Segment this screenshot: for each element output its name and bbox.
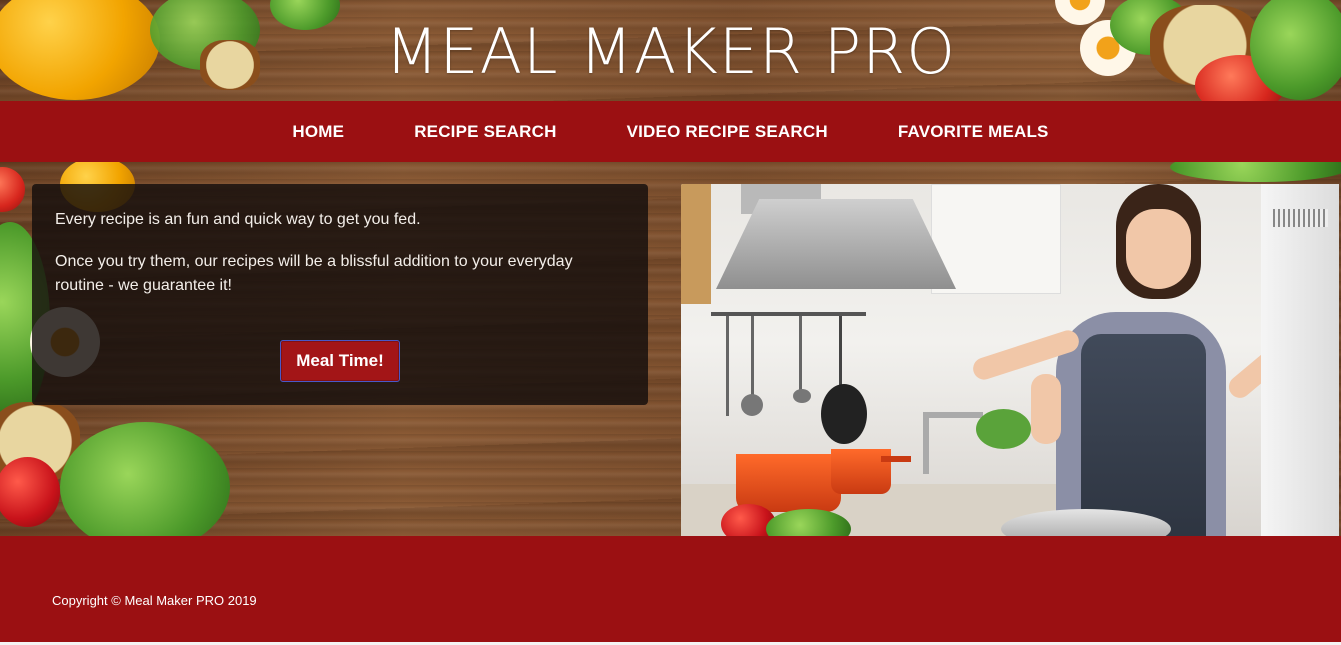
intro-card: Every recipe is an fun and quick way to … (32, 184, 648, 405)
lettuce-image (1170, 162, 1341, 182)
nav-recipe-search[interactable]: RECIPE SEARCH (379, 122, 591, 142)
meal-time-button[interactable]: Meal Time! (280, 340, 400, 382)
nav-video-recipe-search[interactable]: VIDEO RECIPE SEARCH (592, 122, 863, 142)
intro-text-2: Once you try them, our recipes will be a… (55, 253, 573, 294)
main-section: Every recipe is an fun and quick way to … (0, 162, 1341, 536)
red-pepper-image (0, 457, 60, 527)
site-header: MEAL MAKER PRO (0, 0, 1341, 101)
nav-favorite-meals[interactable]: FAVORITE MEALS (863, 122, 1084, 142)
site-title: MEAL MAKER PRO (384, 15, 957, 88)
main-nav: HOME RECIPE SEARCH VIDEO RECIPE SEARCH F… (0, 101, 1341, 162)
tomato-image (0, 167, 25, 212)
copyright-text: Copyright © Meal Maker PRO 2019 (52, 593, 257, 608)
site-footer: Copyright © Meal Maker PRO 2019 (0, 536, 1341, 642)
nav-home[interactable]: HOME (257, 122, 379, 142)
lettuce-image (60, 422, 230, 536)
kitchen-hero-image (681, 184, 1339, 536)
intro-text-1: Every recipe is an fun and quick way to … (55, 211, 421, 228)
